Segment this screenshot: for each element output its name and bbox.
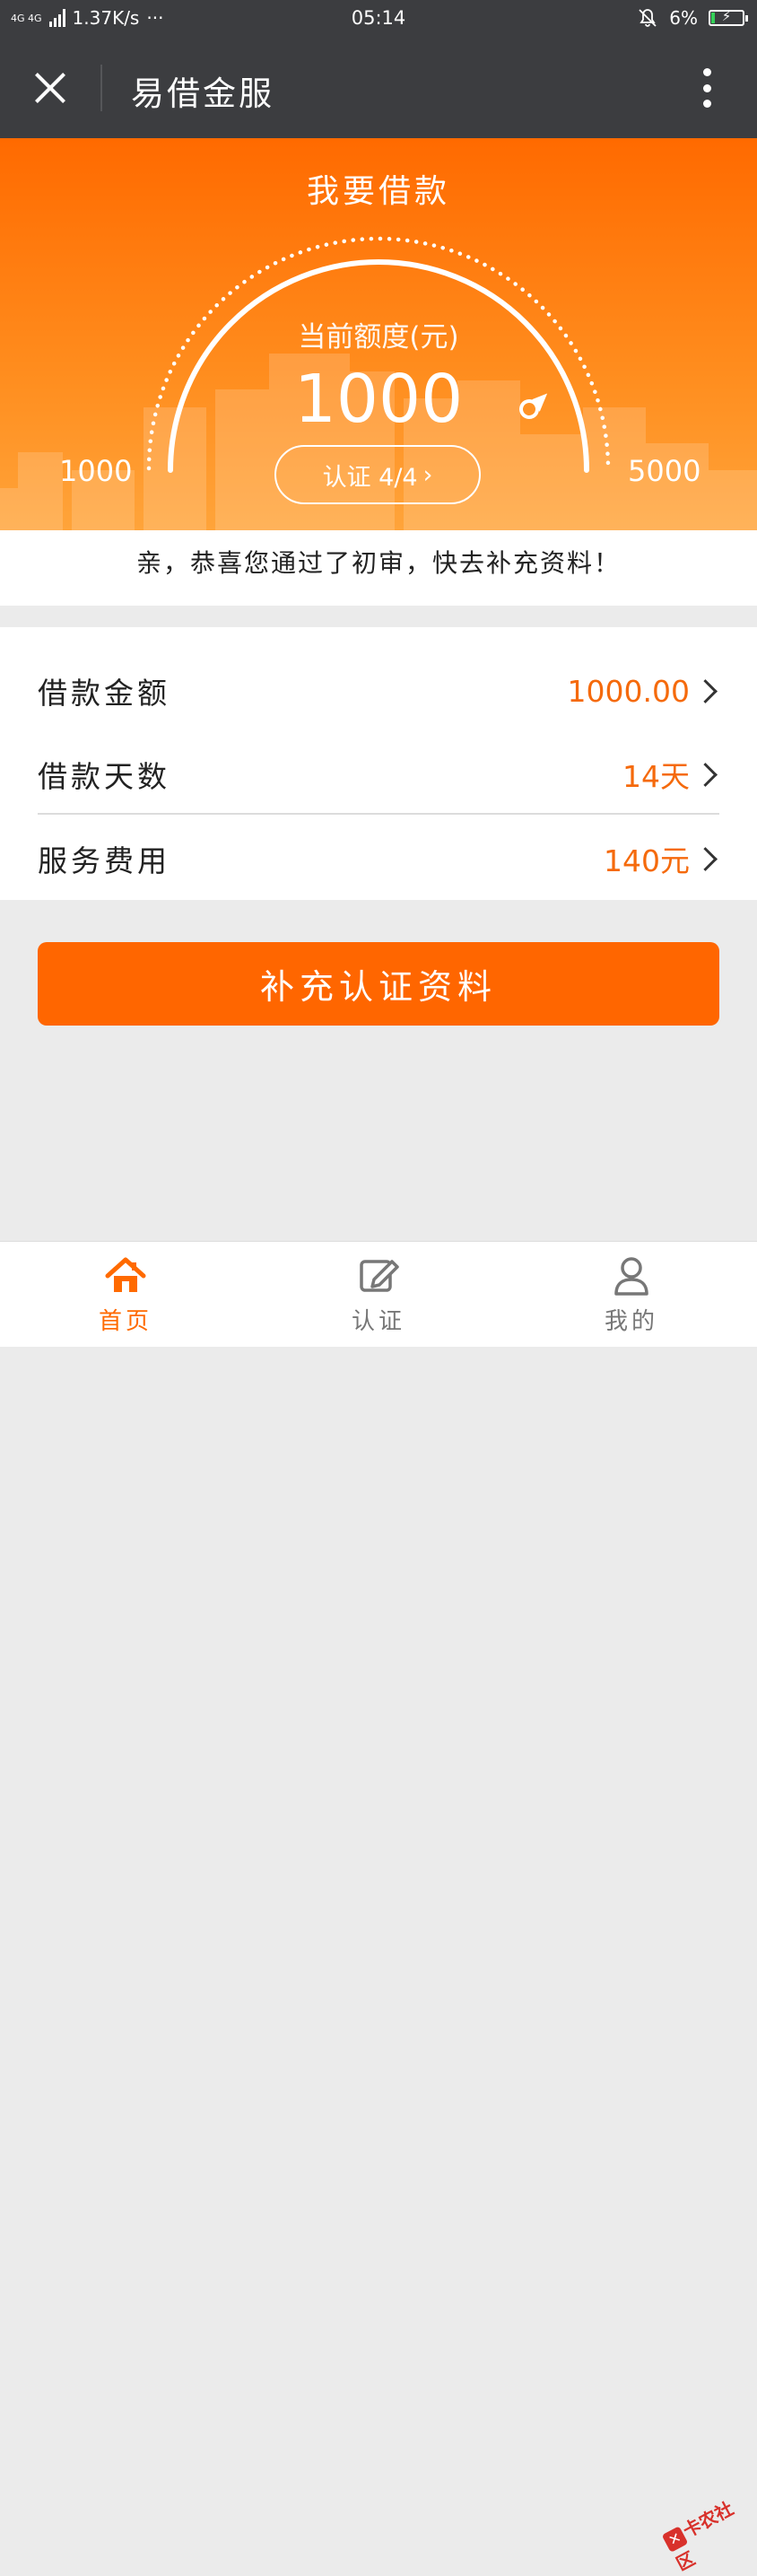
tab-label: 首页 <box>98 1308 152 1335</box>
service-fee-row[interactable]: 服务费用 140元 <box>38 816 719 901</box>
row-value: 1000.00 <box>567 673 690 709</box>
loan-amount-row[interactable]: 借款金额 1000.00 <box>38 649 719 733</box>
notice-text: 亲，恭喜您通过了初审，快去补充资料！ <box>0 530 757 606</box>
row-value: 14天 <box>622 759 690 794</box>
credit-label: 当前额度(元) <box>298 321 459 354</box>
title-bar: 易借金服 <box>0 38 757 138</box>
row-value: 140元 <box>604 843 690 878</box>
close-icon[interactable] <box>27 65 74 111</box>
range-min-label: 1000 <box>59 454 133 488</box>
more-menu-icon[interactable] <box>694 65 719 111</box>
range-max-label: 5000 <box>628 454 701 488</box>
chevron-right-icon: › <box>422 460 433 489</box>
tab-auth[interactable]: 认证 <box>289 1242 468 1347</box>
tab-label: 我的 <box>604 1308 658 1335</box>
credit-amount: 1000 <box>293 361 464 438</box>
home-icon <box>105 1257 146 1292</box>
title-divider <box>100 65 102 111</box>
edit-icon <box>360 1260 399 1292</box>
battery-percent: 6% <box>669 7 698 29</box>
tab-mine[interactable]: 我的 <box>542 1242 721 1347</box>
user-icon <box>614 1257 648 1296</box>
loan-info-list: 借款金额 1000.00 借款天数 14天 服务费用 140元 <box>0 627 757 900</box>
hero-title: 我要借款 <box>306 172 450 209</box>
row-divider <box>38 813 719 815</box>
bell-muted-icon <box>639 9 657 27</box>
supplement-docs-button[interactable]: 补充认证资料 <box>38 942 719 1026</box>
battery-icon: ⚡ <box>709 8 748 26</box>
chevron-right-icon <box>693 678 718 703</box>
chevron-right-icon <box>693 846 718 871</box>
tab-label: 认证 <box>351 1308 405 1335</box>
row-label: 服务费用 <box>38 843 170 878</box>
row-label: 借款金额 <box>38 676 170 711</box>
bottom-tab-bar: 首页 认证 我的 ✕卡农社区 <box>0 1241 757 2575</box>
auth-progress-label: 认证 4/4 <box>322 463 418 492</box>
loan-hero: 我要借款 当前额度(元) 1000 1000 5000 认证 4/4 › <box>0 138 757 530</box>
loan-days-row[interactable]: 借款天数 14天 <box>38 732 719 816</box>
tab-home[interactable]: 首页 <box>36 1242 215 1347</box>
page-title: 易借金服 <box>131 75 274 112</box>
auth-progress-button[interactable]: 认证 4/4 › <box>274 445 481 504</box>
watermark-logo: ✕卡农社区 <box>658 2486 757 2575</box>
chevron-right-icon <box>693 762 718 787</box>
status-right: 6% ⚡ <box>637 7 748 29</box>
row-label: 借款天数 <box>38 759 170 794</box>
status-bar: 4G 4G 1.37K/s ··· 05:14 6% ⚡ <box>0 0 757 38</box>
